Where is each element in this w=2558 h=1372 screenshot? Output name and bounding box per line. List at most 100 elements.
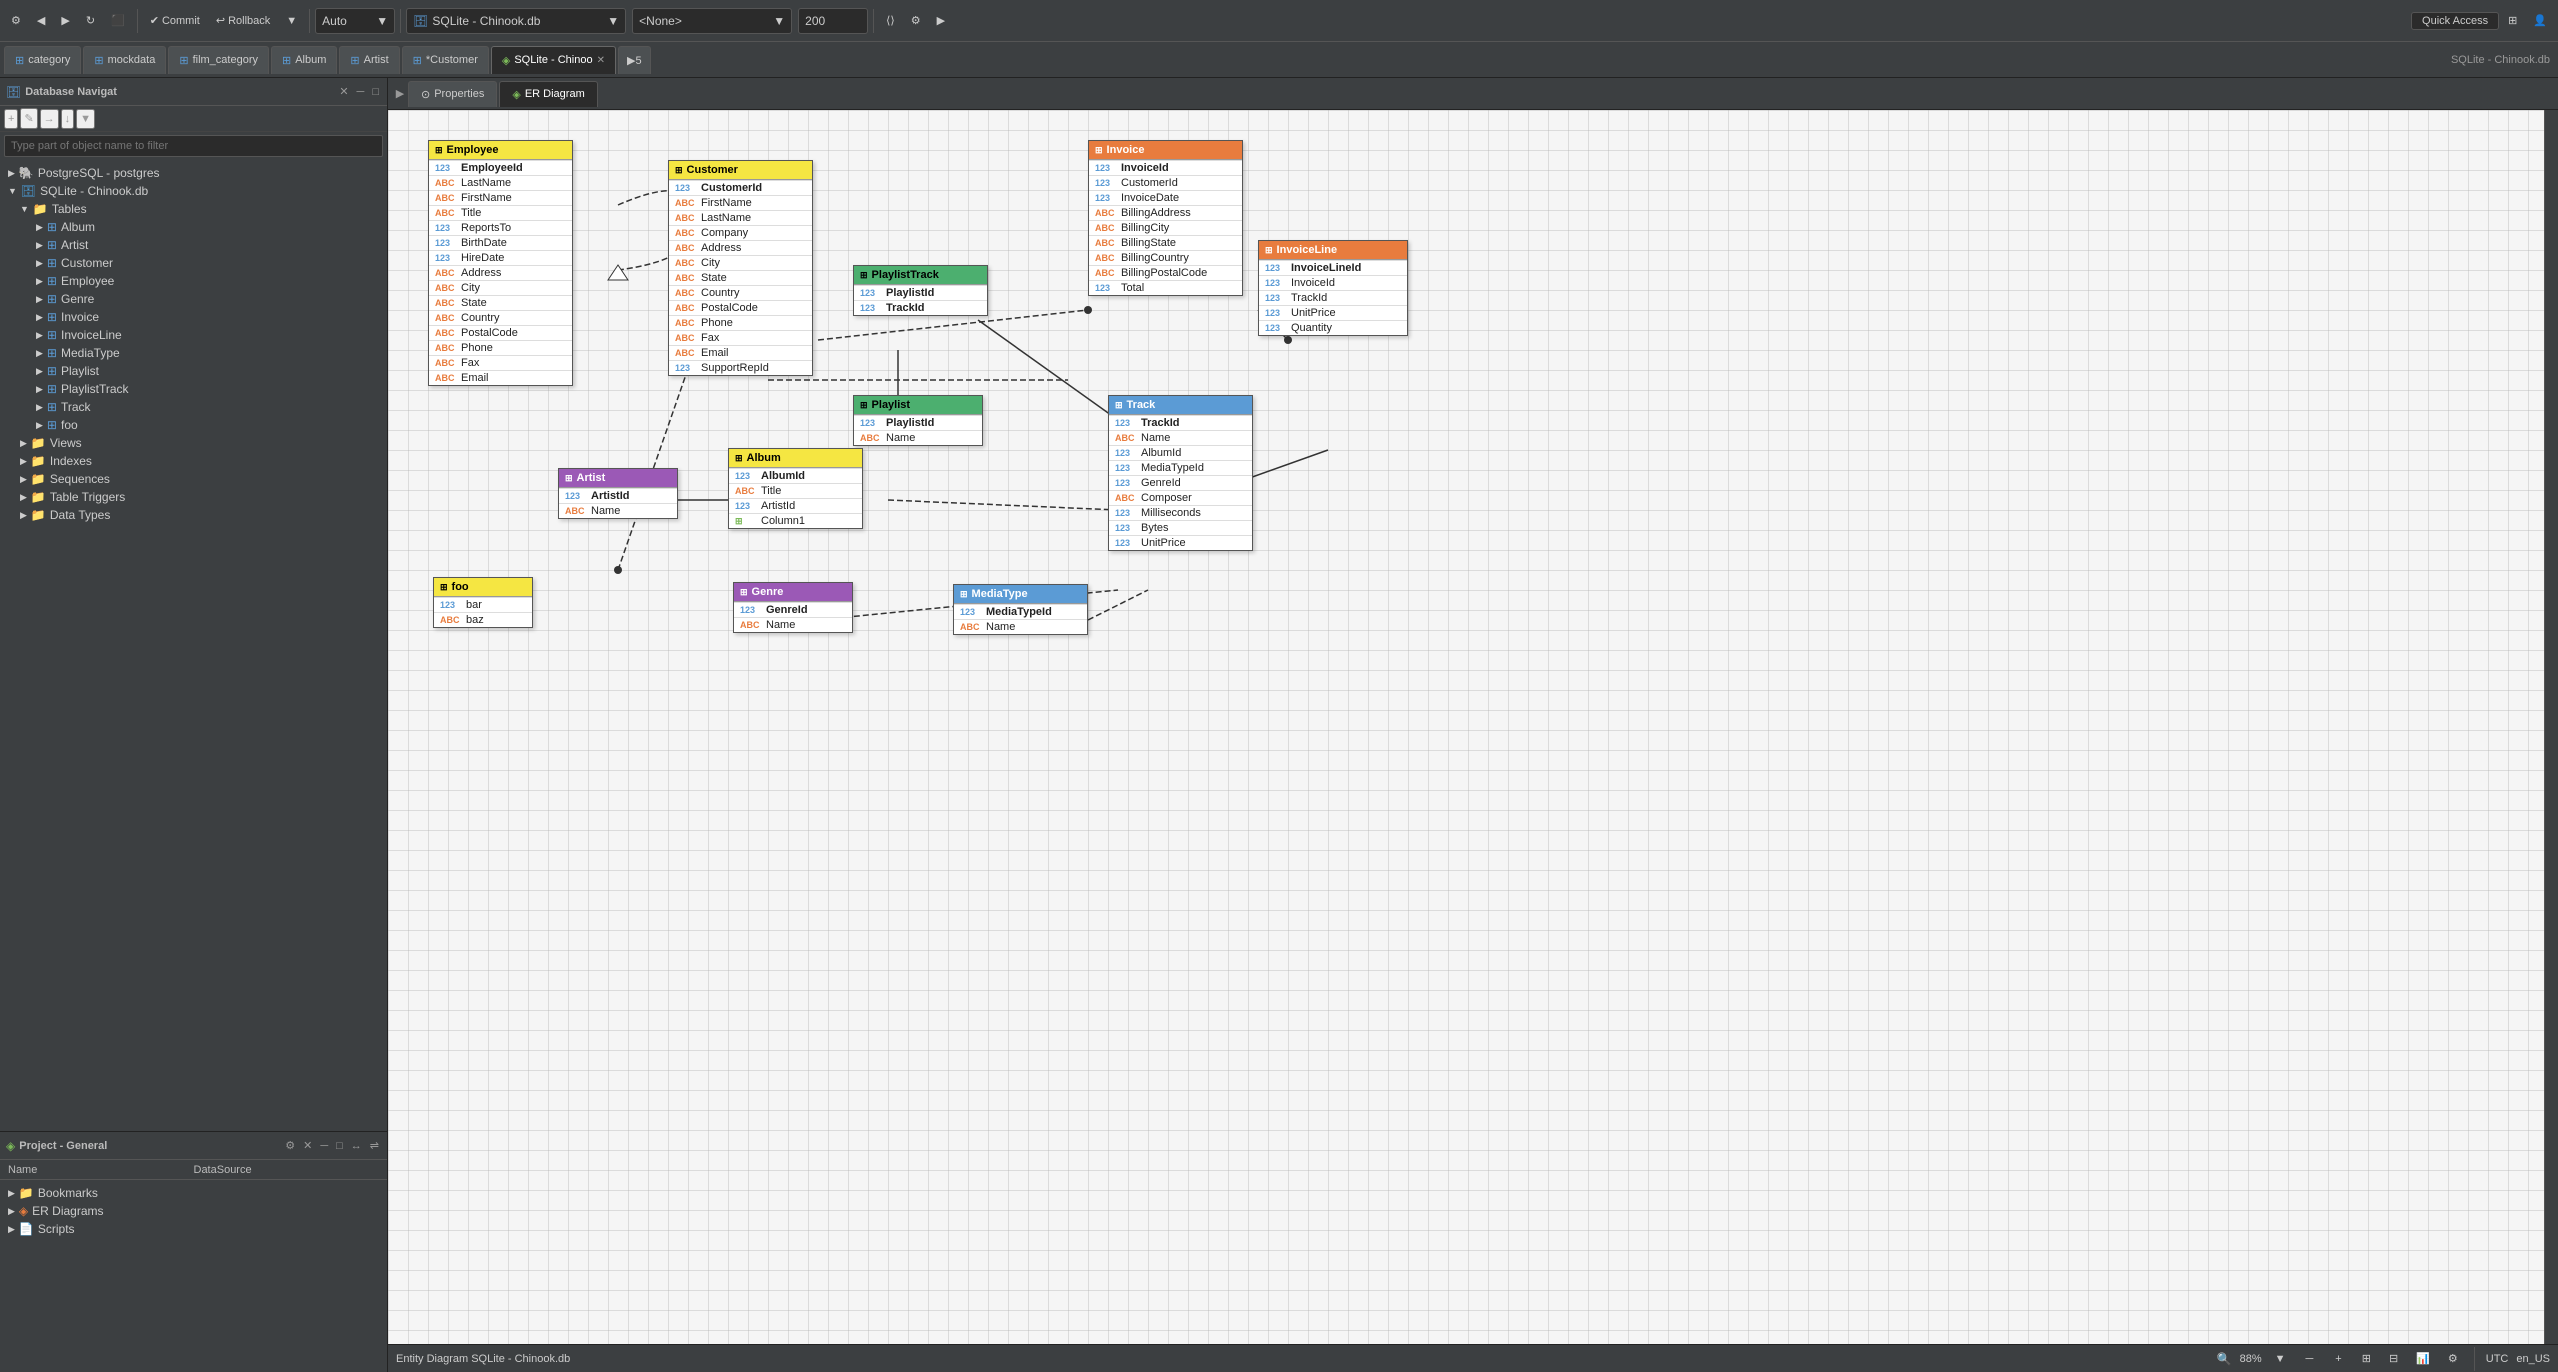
genre-table-icon: ⊞	[47, 292, 57, 306]
toolbar-btn-rollback[interactable]: ↩ Rollback	[209, 6, 277, 36]
zoom-combo[interactable]: 200	[798, 8, 868, 34]
toolbar-btn-refresh[interactable]: ↻	[79, 6, 102, 36]
tab-sqlite-chinoo[interactable]: ◈ SQLite - Chinoo ✕	[491, 46, 616, 74]
tab-film-category[interactable]: ⊞ film_category	[168, 46, 269, 74]
tree-tables[interactable]: ▼ 📁 Tables	[0, 200, 387, 218]
tab-album[interactable]: ⊞ Album	[271, 46, 337, 74]
tree-sequences[interactable]: ▶ 📁 Sequences	[0, 470, 387, 488]
toolbar-btn-extra2[interactable]: ⚙	[904, 6, 928, 36]
tab-artist[interactable]: ⊞ Artist	[339, 46, 399, 74]
toolbar-btn-extra3[interactable]: ▶	[930, 6, 952, 36]
tab-mockdata[interactable]: ⊞ mockdata	[83, 46, 166, 74]
subtab-er-diagram[interactable]: ◈ ER Diagram	[499, 81, 597, 107]
tree-invoice[interactable]: ▶ ⊞ Invoice	[0, 308, 387, 326]
zoom-fit-btn[interactable]: ⊞	[2357, 1348, 2376, 1370]
zoom-label: 88%	[2240, 1353, 2262, 1365]
zoom-chart-btn[interactable]: 📊	[2411, 1348, 2435, 1370]
tree-foo[interactable]: ▶ ⊞ foo	[0, 416, 387, 434]
tree-playlist[interactable]: ▶ ⊞ Playlist	[0, 362, 387, 380]
subtabs-arrow[interactable]: ▶	[392, 87, 408, 100]
tree-invoiceline[interactable]: ▶ ⊞ InvoiceLine	[0, 326, 387, 344]
toolbar-btn-transaction[interactable]: ▼	[279, 6, 304, 36]
left-panel: 🗄 Database Navigat ✕ ─ □ + ✎ → ↓ ▼ ▶ �	[0, 78, 388, 1372]
toolbar-btn-back[interactable]: ◀	[30, 6, 52, 36]
toolbar-btn-extra1[interactable]: ⟨⟩	[879, 6, 902, 36]
tree-genre[interactable]: ▶ ⊞ Genre	[0, 290, 387, 308]
sep4	[873, 9, 874, 33]
toolbar-btn-nav[interactable]: ⚙	[4, 6, 28, 36]
db-nav-close[interactable]: ✕	[337, 83, 350, 100]
tree-indexes[interactable]: ▶ 📁 Indexes	[0, 452, 387, 470]
sequences-folder-icon: 📁	[31, 472, 46, 486]
tree-sqlite[interactable]: ▼ 🗄 SQLite - Chinook.db	[0, 182, 387, 200]
db-nav-arrow1[interactable]: →	[40, 109, 59, 129]
toolbar-btn-commit[interactable]: ✔ Commit	[143, 6, 207, 36]
db-nav-menu[interactable]: ▼	[76, 109, 95, 129]
project-arrow1[interactable]: ↔	[349, 1138, 364, 1154]
db-nav-add[interactable]: +	[4, 109, 18, 129]
er-table-employee[interactable]: ⊞ Employee 123EmployeeId ABCLastName ABC…	[428, 140, 573, 386]
project-col-datasource: DataSource	[194, 1164, 380, 1176]
er-table-artist[interactable]: ⊞ Artist 123ArtistId ABCName	[558, 468, 678, 519]
er-employee-lastname: ABCLastName	[429, 175, 572, 190]
tree-track[interactable]: ▶ ⊞ Track	[0, 398, 387, 416]
zoom-out-btn[interactable]: ─	[2299, 1348, 2321, 1370]
er-customer-firstname: ABCFirstName	[669, 195, 812, 210]
er-table-album[interactable]: ⊞ Album 123AlbumId ABCTitle 123ArtistId …	[728, 448, 863, 529]
toolbar-btn-profile[interactable]: 👤	[2526, 6, 2554, 36]
tree-customer[interactable]: ▶ ⊞ Customer	[0, 254, 387, 272]
zoom-settings-btn[interactable]: ⚙	[2443, 1348, 2463, 1370]
tab-category[interactable]: ⊞ category	[4, 46, 81, 74]
toolbar-btn-grid[interactable]: ⊞	[2501, 6, 2524, 36]
auto-combo[interactable]: Auto ▼	[315, 8, 395, 34]
tree-tabletriggers[interactable]: ▶ 📁 Table Triggers	[0, 488, 387, 506]
schema-combo[interactable]: <None> ▼	[632, 8, 792, 34]
toolbar-btn-forward[interactable]: ▶	[54, 6, 76, 36]
toolbar-btn-stop[interactable]: ⬛	[104, 6, 132, 36]
zoom-grid-btn[interactable]: ⊟	[2384, 1348, 2403, 1370]
db-nav-min[interactable]: ─	[355, 84, 367, 100]
er-table-playlist[interactable]: ⊞ Playlist 123PlaylistId ABCName	[853, 395, 983, 446]
tree-views[interactable]: ▶ 📁 Views	[0, 434, 387, 452]
subtab-properties[interactable]: ⊙ Properties	[408, 81, 497, 107]
tree-playlisttrack-label: PlaylistTrack	[61, 382, 129, 396]
er-table-track[interactable]: ⊞ Track 123TrackId ABCName 123AlbumId 12…	[1108, 395, 1253, 551]
er-table-customer[interactable]: ⊞ Customer 123CustomerId ABCFirstName AB…	[668, 160, 813, 376]
tree-postgres[interactable]: ▶ 🐘 PostgreSQL - postgres	[0, 164, 387, 182]
er-track-mediatypeid: 123MediaTypeId	[1109, 460, 1252, 475]
db-nav-max[interactable]: □	[370, 84, 381, 100]
tab-close-btn[interactable]: ✕	[597, 55, 605, 66]
er-table-invoiceline[interactable]: ⊞ InvoiceLine 123InvoiceLineId 123Invoic…	[1258, 240, 1408, 336]
tree-playlisttrack[interactable]: ▶ ⊞ PlaylistTrack	[0, 380, 387, 398]
bookmarks-icon: 📁	[19, 1186, 34, 1200]
tree-employee[interactable]: ▶ ⊞ Employee	[0, 272, 387, 290]
tree-bookmarks[interactable]: ▶ 📁 Bookmarks	[0, 1184, 387, 1202]
er-table-genre[interactable]: ⊞ Genre 123GenreId ABCName	[733, 582, 853, 633]
er-canvas-wrapper[interactable]: ⊞ Employee 123EmployeeId ABCLastName ABC…	[388, 110, 2544, 1344]
zoom-dropdown-btn[interactable]: ▼	[2270, 1348, 2291, 1370]
tree-erdiagrams[interactable]: ▶ ◈ ER Diagrams	[0, 1202, 387, 1220]
zoom-in-btn[interactable]: +	[2328, 1348, 2348, 1370]
er-table-foo[interactable]: ⊞ foo 123bar ABCbaz	[433, 577, 533, 628]
er-scrollbar-right[interactable]	[2544, 110, 2558, 1344]
tree-album[interactable]: ▶ ⊞ Album	[0, 218, 387, 236]
tree-scripts[interactable]: ▶ 📄 Scripts	[0, 1220, 387, 1238]
project-arrow2[interactable]: ⇌	[368, 1137, 381, 1154]
er-table-playlisttrack[interactable]: ⊞ PlaylistTrack 123PlaylistId 123TrackId	[853, 265, 988, 316]
db-nav-edit[interactable]: ✎	[20, 108, 37, 129]
db-nav-arrow2[interactable]: ↓	[61, 109, 75, 129]
project-close[interactable]: ✕	[301, 1137, 314, 1154]
tree-mediatype[interactable]: ▶ ⊞ MediaType	[0, 344, 387, 362]
project-max[interactable]: □	[334, 1138, 345, 1154]
project-settings[interactable]: ⚙	[283, 1137, 297, 1154]
tab-customer[interactable]: ⊞ *Customer	[402, 46, 489, 74]
tree-datatypes[interactable]: ▶ 📁 Data Types	[0, 506, 387, 524]
tab-more[interactable]: ▶5	[618, 46, 651, 74]
tree-artist[interactable]: ▶ ⊞ Artist	[0, 236, 387, 254]
er-artist-artistid: 123ArtistId	[559, 488, 677, 503]
db-nav-filter[interactable]	[4, 135, 383, 157]
project-min[interactable]: ─	[318, 1138, 330, 1154]
er-table-invoice[interactable]: ⊞ Invoice 123InvoiceId 123CustomerId 123…	[1088, 140, 1243, 296]
db-combo[interactable]: 🗄 SQLite - Chinook.db ▼	[406, 8, 626, 34]
er-table-mediatype[interactable]: ⊞ MediaType 123MediaTypeId ABCName	[953, 584, 1088, 635]
